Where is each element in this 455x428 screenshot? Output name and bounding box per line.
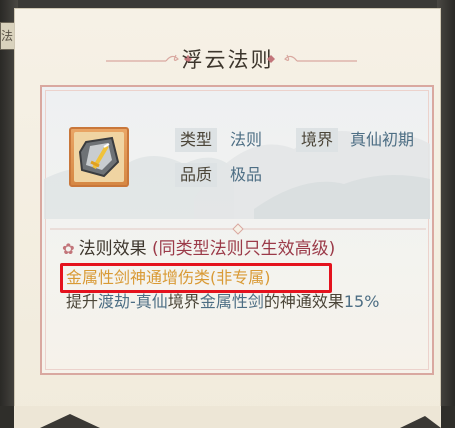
- type-value: 法则: [230, 130, 263, 149]
- quality-label: 品质: [175, 163, 218, 187]
- title-ornament-right-icon: [267, 54, 357, 63]
- desc-prefix: 提升: [66, 292, 99, 311]
- effect-heading: ✿ 法则效果 (同类型法则只生效高级): [62, 237, 335, 261]
- effect-description: 提升渡劫-真仙境界金属性剑的神通效果15%: [66, 291, 422, 313]
- desc-mid2: 的神通效果: [263, 292, 344, 311]
- effect-note: (同类型法则只生效高级): [151, 239, 336, 259]
- rule-card: 类型 法则 境界 真仙初期 品质 极品 ✿ 法则效果 (同类型法则只生效高级) 金…: [40, 85, 434, 375]
- title-row: 浮云法则: [14, 44, 441, 76]
- side-tab-label: 法则: [1, 29, 14, 43]
- desc-stage: 渡劫-真仙: [98, 292, 168, 311]
- desc-mid: 境界: [167, 292, 200, 311]
- effect-type-line: 金属性剑神通增伤类(非专属): [66, 268, 271, 287]
- bottom-border: [0, 406, 455, 428]
- item-icon-frame[interactable]: [69, 127, 129, 187]
- type-label: 类型: [175, 128, 218, 152]
- section-divider: [50, 223, 426, 235]
- rule-detail-panel: 浮云法则 类型 法则 境界 真仙初期 品质 极品 ✿ 法则效果 (同类型法则只生…: [14, 8, 441, 428]
- sword-shard-icon: [78, 136, 120, 178]
- quality-value: 极品: [230, 165, 263, 184]
- page-title: 浮云法则: [181, 48, 274, 72]
- desc-value: 15%: [343, 292, 380, 311]
- desc-attr: 金属性剑: [199, 292, 264, 311]
- realm-label: 境界: [296, 128, 339, 152]
- realm-value: 真仙初期: [350, 130, 415, 149]
- effect-title: 法则效果: [78, 239, 147, 259]
- flower-icon: ✿: [62, 240, 75, 258]
